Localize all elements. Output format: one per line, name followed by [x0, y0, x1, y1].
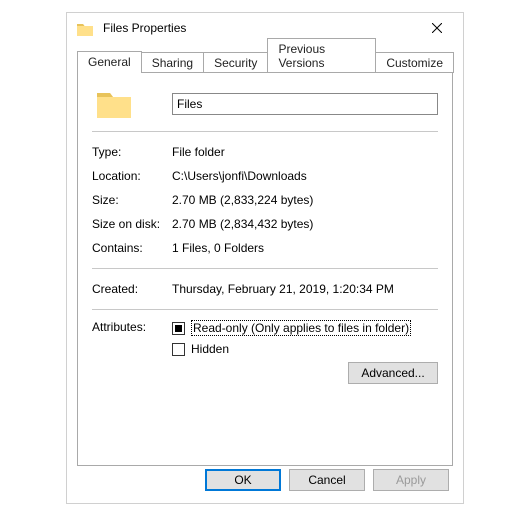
titlebar: Files Properties	[67, 13, 463, 43]
row-size: Size: 2.70 MB (2,833,224 bytes)	[92, 190, 438, 210]
label-attributes: Attributes:	[92, 320, 172, 384]
ok-button[interactable]: OK	[205, 469, 281, 491]
window-title: Files Properties	[103, 21, 415, 35]
folder-icon	[77, 20, 93, 36]
row-size-on-disk: Size on disk: 2.70 MB (2,834,432 bytes)	[92, 214, 438, 234]
separator	[92, 268, 438, 269]
tab-container: General Sharing Security Previous Versio…	[77, 51, 453, 466]
value-size-on-disk: 2.70 MB (2,834,432 bytes)	[172, 217, 438, 231]
label-location: Location:	[92, 169, 172, 183]
tab-panel-general: Type: File folder Location: C:\Users\jon…	[77, 72, 453, 466]
properties-dialog: Files Properties General Sharing Securit…	[66, 12, 464, 504]
separator	[92, 131, 438, 132]
row-location: Location: C:\Users\jonfi\Downloads	[92, 166, 438, 186]
tab-customize[interactable]: Customize	[375, 52, 454, 73]
advanced-button[interactable]: Advanced...	[348, 362, 438, 384]
header-row	[92, 89, 438, 119]
attributes-section: Attributes: Read-only (Only applies to f…	[92, 320, 438, 384]
tab-security[interactable]: Security	[203, 52, 268, 73]
folder-name-input[interactable]	[172, 93, 438, 115]
value-location: C:\Users\jonfi\Downloads	[172, 169, 438, 183]
separator	[92, 309, 438, 310]
checkbox-row-hidden[interactable]: Hidden	[172, 342, 438, 356]
value-type: File folder	[172, 145, 438, 159]
tab-sharing[interactable]: Sharing	[141, 52, 204, 73]
folder-large-icon	[92, 89, 172, 119]
tab-general[interactable]: General	[77, 51, 142, 73]
attributes-column: Read-only (Only applies to files in fold…	[172, 320, 438, 384]
row-type: Type: File folder	[92, 142, 438, 162]
row-created: Created: Thursday, February 21, 2019, 1:…	[92, 279, 438, 299]
cancel-button[interactable]: Cancel	[289, 469, 365, 491]
checkbox-label-readonly: Read-only (Only applies to files in fold…	[191, 320, 411, 336]
close-button[interactable]	[415, 14, 459, 42]
value-created: Thursday, February 21, 2019, 1:20:34 PM	[172, 282, 438, 296]
checkbox-readonly[interactable]	[172, 322, 185, 335]
tab-strip: General Sharing Security Previous Versio…	[77, 51, 453, 73]
row-contains: Contains: 1 Files, 0 Folders	[92, 238, 438, 258]
apply-button[interactable]: Apply	[373, 469, 449, 491]
value-size: 2.70 MB (2,833,224 bytes)	[172, 193, 438, 207]
label-size: Size:	[92, 193, 172, 207]
value-contains: 1 Files, 0 Folders	[172, 241, 438, 255]
label-type: Type:	[92, 145, 172, 159]
label-contains: Contains:	[92, 241, 172, 255]
label-size-on-disk: Size on disk:	[92, 217, 172, 231]
tab-previous-versions[interactable]: Previous Versions	[267, 38, 376, 73]
checkbox-label-hidden: Hidden	[191, 342, 229, 356]
advanced-row: Advanced...	[172, 362, 438, 384]
checkbox-row-readonly[interactable]: Read-only (Only applies to files in fold…	[172, 320, 438, 336]
label-created: Created:	[92, 282, 172, 296]
checkbox-hidden[interactable]	[172, 343, 185, 356]
dialog-button-row: OK Cancel Apply	[205, 469, 449, 491]
